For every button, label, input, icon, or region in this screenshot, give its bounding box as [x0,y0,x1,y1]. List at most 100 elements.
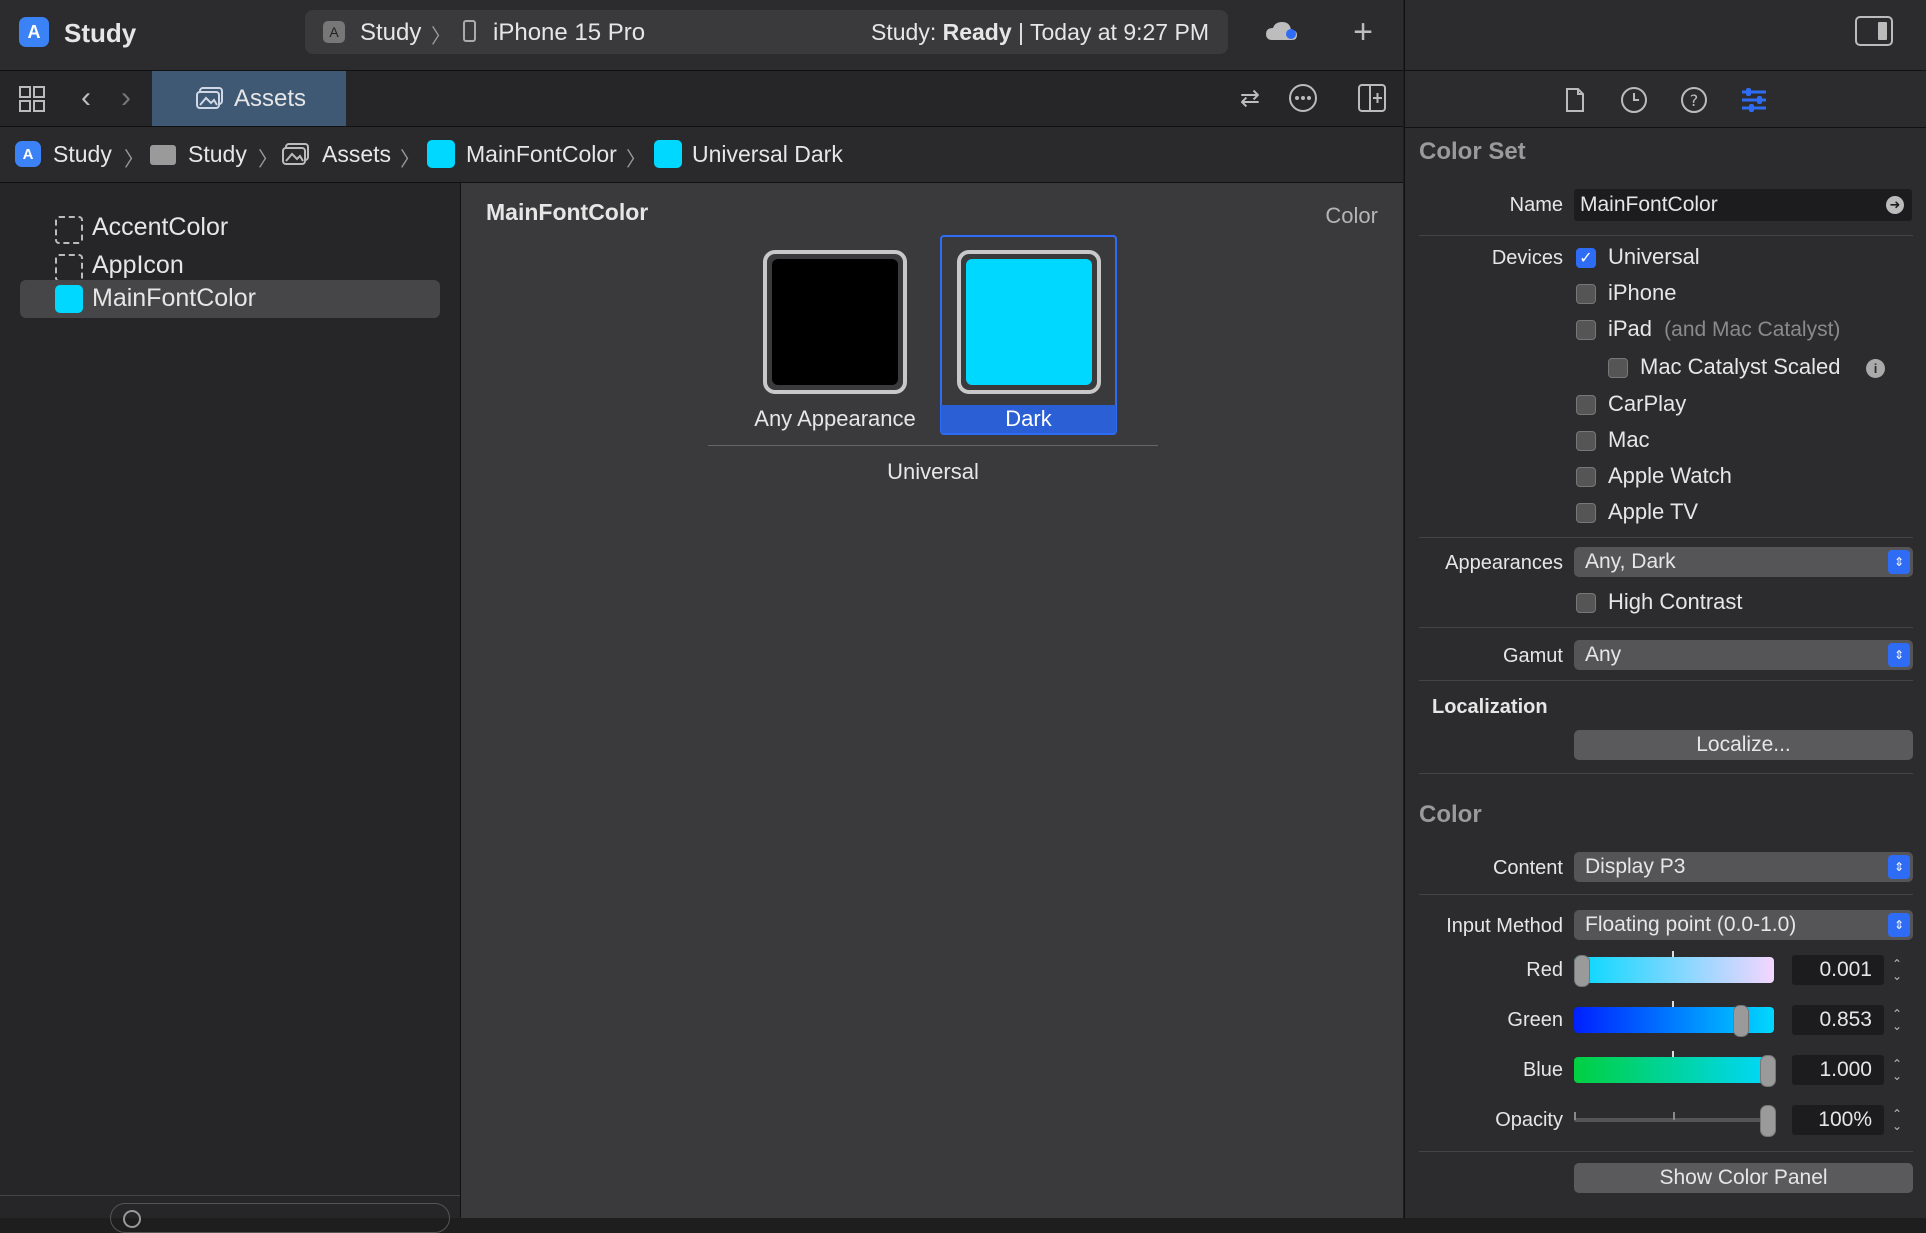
empty-asset-icon [55,216,83,244]
scheme-selector[interactable]: A Study 〉 iPhone 15 Pro Study: Ready | T… [305,10,1228,54]
stepper[interactable]: ⌃ ⌄ [1888,955,1906,985]
history-icon[interactable] [1619,85,1649,115]
swatch-any-appearance[interactable] [763,250,907,394]
iphone-icon [463,20,476,42]
checkbox-label: iPhone [1608,280,1677,305]
project-icon: A [15,141,41,167]
xcode-app-icon: A [19,17,49,47]
checkbox[interactable] [1576,320,1596,340]
popup-value: Display P3 [1585,855,1686,878]
device-name[interactable]: iPhone 15 Pro [493,19,645,47]
swatch-dark[interactable] [957,250,1101,394]
chevron-updown-icon: ⇕ [1888,913,1910,937]
group-label: Universal [887,459,979,484]
stepper[interactable]: ⌃ ⌄ [1888,1055,1906,1085]
checkbox[interactable] [1576,593,1596,613]
swap-icon[interactable]: ⇄ [1235,83,1265,113]
split-editor-icon[interactable] [1357,83,1387,113]
folder-icon [150,145,176,165]
checkbox-label: Apple Watch [1608,463,1732,488]
checkbox-label: Universal [1608,244,1700,269]
divider [1405,127,1926,128]
gamut-popup[interactable]: Any ⇕ [1574,640,1913,670]
opacity-value-field[interactable]: 100% [1792,1105,1884,1135]
blue-slider[interactable] [1574,1051,1776,1087]
localization-label: Localization [1432,696,1548,718]
slider-knob[interactable] [1760,1055,1776,1087]
build-status: Study: Ready | Today at 9:27 PM [871,19,1209,46]
name-field[interactable]: MainFontColor ➜ [1574,189,1912,221]
divider [708,445,1158,446]
scheme-icon: A [323,21,345,43]
gamut-label: Gamut [1502,645,1563,667]
toggle-inspector-icon[interactable] [1855,16,1893,46]
swatch-label-selected: Dark [941,405,1116,433]
forward-icon[interactable]: › [116,81,136,115]
localize-button[interactable]: Localize... [1574,730,1913,760]
opacity-slider[interactable] [1574,1105,1776,1137]
stepper[interactable]: ⌃ ⌄ [1888,1105,1906,1135]
checkbox[interactable] [1576,395,1596,415]
channel-label: Green [1507,1009,1563,1031]
appearances-label: Appearances [1445,552,1563,574]
tab-assets[interactable]: Assets [152,71,346,126]
appearances-popup[interactable]: Any, Dark ⇕ [1574,547,1913,577]
slider-tick [1673,1112,1675,1120]
green-value-field[interactable]: 0.853 [1792,1005,1884,1035]
asset-navigator: AccentColor AppIcon MainFontColor [0,183,461,1233]
breadcrumb-appearance[interactable]: Universal Dark [692,141,843,168]
tab-assets-label: Assets [234,85,307,112]
checkbox-checked[interactable]: ✓ [1576,248,1596,268]
checkbox[interactable] [1576,503,1596,523]
show-color-panel-button[interactable]: Show Color Panel [1574,1163,1913,1193]
checkbox-label: Mac [1608,427,1650,452]
checkbox[interactable] [1608,358,1628,378]
chevron-right-icon: 〉 [400,149,420,171]
asset-editor: MainFontColor Color Any Appearance Dark … [461,183,1403,1218]
list-item-selected[interactable]: MainFontColor [20,280,440,318]
divider [1419,627,1913,628]
help-icon[interactable]: ? [1679,85,1709,115]
empty-asset-icon [55,254,83,282]
file-icon[interactable] [1562,85,1588,115]
channel-label: Opacity [1495,1109,1563,1131]
red-value-field[interactable]: 0.001 [1792,955,1884,985]
checkbox[interactable] [1576,431,1596,451]
slider-tick [1672,1051,1674,1057]
red-slider[interactable] [1574,951,1774,987]
color-swatch-icon [654,140,682,168]
checkbox-label: iPad (and Mac Catalyst) [1608,316,1840,342]
filter-field[interactable] [110,1203,450,1233]
blue-value-field[interactable]: 1.000 [1792,1055,1884,1085]
grid-icon[interactable] [18,85,46,113]
slider-knob[interactable] [1760,1105,1776,1137]
assets-folder-icon [282,141,310,167]
arrow-right-circle-icon[interactable]: ➜ [1886,196,1904,214]
more-icon[interactable] [1288,83,1318,113]
breadcrumb-group[interactable]: Study [188,141,247,168]
attributes-inspector: ? Color Set Name MainFontColor ➜ Devices… [1404,71,1926,1218]
scheme-name[interactable]: Study [360,19,421,47]
breadcrumb-assets[interactable]: Assets [322,141,391,168]
content-popup[interactable]: Display P3 ⇕ [1574,852,1913,882]
stepper[interactable]: ⌃ ⌄ [1888,1005,1906,1035]
checkbox[interactable] [1576,467,1596,487]
asset-title: MainFontColor [486,199,649,225]
info-icon[interactable]: i [1866,359,1885,378]
slider-knob[interactable] [1733,1005,1749,1037]
back-icon[interactable]: ‹ [76,81,96,115]
cloud-icon[interactable] [1262,16,1302,48]
slider-knob[interactable] [1574,955,1590,987]
divider [1419,894,1913,895]
input-method-popup[interactable]: Floating point (0.0-1.0) ⇕ [1574,910,1913,940]
green-slider[interactable] [1574,1001,1774,1037]
checkbox[interactable] [1576,284,1596,304]
devices-label: Devices [1491,247,1563,269]
breadcrumb-project[interactable]: Study [53,141,112,168]
asset-label: MainFontColor [92,284,256,312]
chevron-right-icon: 〉 [258,149,278,171]
attributes-icon[interactable] [1739,85,1769,115]
checkbox-label: Apple TV [1608,499,1699,524]
add-icon[interactable]: + [1345,13,1381,51]
breadcrumb-colorset[interactable]: MainFontColor [466,141,617,168]
